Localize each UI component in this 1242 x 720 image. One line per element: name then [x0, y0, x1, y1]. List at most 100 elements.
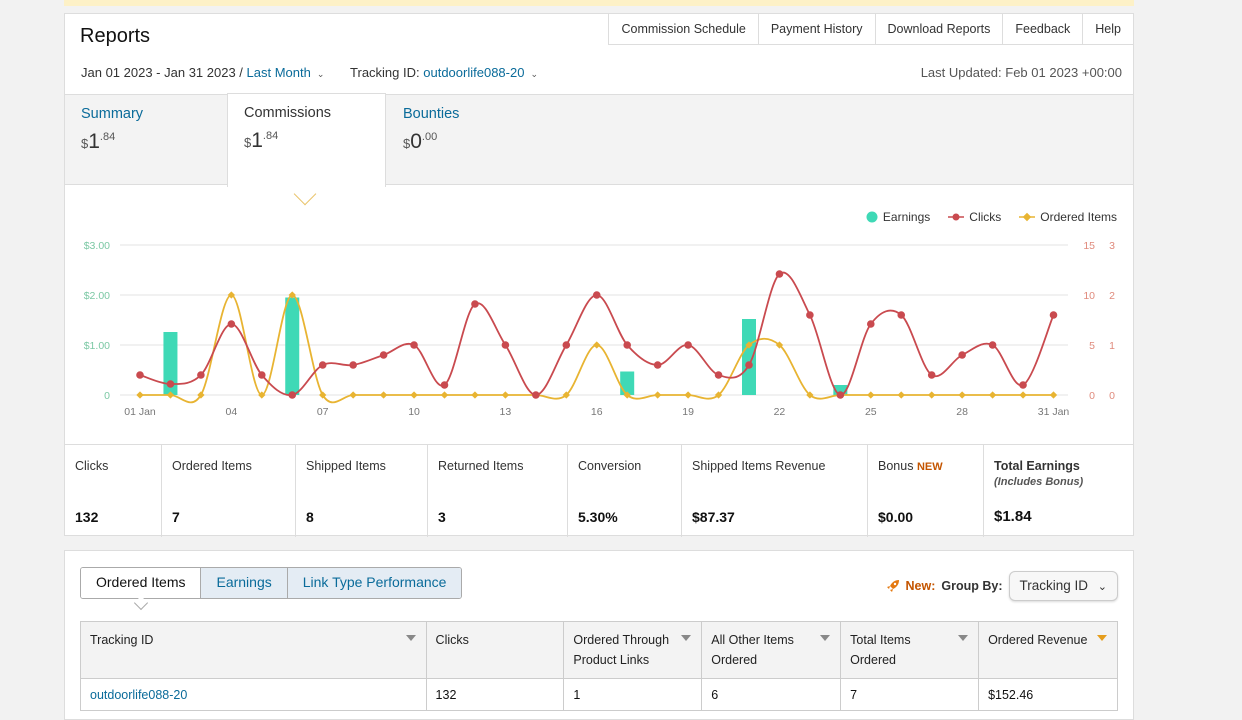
- clicks-point: [592, 291, 601, 299]
- clicks-point: [714, 371, 723, 379]
- ordered-items-point: [928, 391, 936, 399]
- sort-icon[interactable]: [681, 635, 692, 641]
- sort-icon[interactable]: [1097, 635, 1107, 641]
- x-tick-label: 10: [408, 406, 420, 418]
- col-all-other-items[interactable]: All Other Items Ordered: [701, 621, 842, 679]
- tab-summary[interactable]: Summary $1.84: [65, 95, 227, 186]
- stat-conversion: Conversion 5.30%: [568, 445, 682, 537]
- period-selector[interactable]: Last Month: [247, 65, 311, 80]
- tab-label: Summary: [81, 106, 144, 122]
- tab-commissions[interactable]: Commissions $1.84: [227, 93, 386, 187]
- ordered-items-table: Tracking ID Clicks Ordered Through Produ…: [80, 621, 1118, 711]
- col-clicks[interactable]: Clicks: [425, 621, 565, 679]
- group-by-label: Group By:: [941, 579, 1003, 593]
- clicks-line: [139, 271, 1055, 397]
- ordered-items-point: [684, 391, 692, 399]
- ordered-items-point: [1049, 391, 1058, 399]
- clicks-point: [166, 380, 175, 388]
- y-right-clicks-tick-label: 10: [1083, 290, 1095, 302]
- payment-history-link[interactable]: Payment History: [758, 13, 876, 45]
- tab-label: Commissions: [244, 105, 332, 121]
- ordered-items-point: [379, 391, 388, 399]
- tab-amount: $1.84: [244, 129, 279, 152]
- clicks-point: [1049, 311, 1058, 319]
- summary-tabs: Summary $1.84 Commissions $1.84 Bounties…: [65, 93, 1133, 187]
- col-tracking-id[interactable]: Tracking ID: [80, 621, 427, 679]
- date-range[interactable]: Jan 01 2023 - Jan 31 2023: [81, 65, 236, 80]
- sort-icon[interactable]: [958, 635, 969, 641]
- clicks-point: [379, 351, 388, 359]
- help-link[interactable]: Help: [1083, 13, 1134, 45]
- clicks-point: [440, 381, 449, 389]
- group-by-select[interactable]: Tracking ID ⌄: [1008, 571, 1118, 601]
- clicks-point: [958, 351, 966, 359]
- stat-clicks: Clicks 132: [65, 445, 162, 537]
- notice-banner: [64, 0, 1134, 6]
- new-badge: NEW: [916, 461, 943, 473]
- report-subtabs: Ordered Items Earnings Link Type Perform…: [80, 567, 463, 599]
- tab-amount: $1.84: [81, 130, 116, 153]
- y-left-tick-label: $2.00: [84, 290, 110, 302]
- download-reports-link[interactable]: Download Reports: [875, 13, 1004, 45]
- tab-earnings[interactable]: Earnings: [200, 568, 287, 598]
- commission-schedule-link[interactable]: Commission Schedule: [608, 13, 759, 45]
- clicks-point: [745, 361, 753, 369]
- y-right-clicks-tick-label: 5: [1089, 340, 1095, 352]
- sort-icon[interactable]: [405, 635, 416, 641]
- x-tick-label: 13: [500, 406, 512, 418]
- x-tick-label: 16: [591, 406, 603, 418]
- tracking-id-selector[interactable]: outdoorlife088-20: [423, 65, 524, 80]
- earnings-bar: [285, 297, 300, 395]
- x-tick-label: 04: [226, 406, 238, 418]
- clicks-point: [836, 391, 845, 399]
- ordered-items-point: [988, 391, 997, 399]
- clicks-point: [532, 391, 540, 399]
- clicks-point: [258, 371, 266, 379]
- x-tick-label: 19: [682, 406, 694, 418]
- breakdown-panel: Ordered Items Earnings Link Type Perform…: [64, 550, 1134, 720]
- y-right-clicks-tick-label: 15: [1083, 240, 1095, 252]
- cell-ordered-through: 1: [563, 678, 703, 711]
- x-tick-label: 31 Jan: [1038, 406, 1070, 418]
- group-by: New: Group By: Tracking ID ⌄: [886, 571, 1118, 601]
- ordered-items-point: [653, 391, 662, 399]
- rocket-icon: [886, 580, 899, 592]
- clicks-point: [927, 371, 936, 379]
- sort-icon[interactable]: [820, 635, 831, 641]
- stat-shipped-items: Shipped Items 8: [296, 445, 428, 537]
- cell-revenue: $152.46: [978, 678, 1118, 711]
- last-updated: Last Updated: Feb 01 2023 +00:00: [920, 65, 1122, 80]
- stat-returned-items: Returned Items 3: [428, 445, 568, 537]
- ordered-items-point: [501, 391, 510, 399]
- chevron-down-icon: ⌄: [1097, 581, 1107, 593]
- tab-bounties[interactable]: Bounties $0.00: [387, 95, 547, 186]
- tab-label: Bounties: [403, 106, 460, 122]
- y-right-items-tick-label: 3: [1109, 240, 1115, 252]
- clicks-point: [410, 341, 418, 349]
- col-total-items[interactable]: Total Items Ordered: [840, 621, 980, 679]
- y-right-items-tick-label: 1: [1109, 340, 1115, 352]
- y-right-clicks-tick-label: 0: [1089, 390, 1095, 402]
- stat-bonus: Bonus NEW $0.00: [868, 445, 984, 537]
- page-title: Reports: [80, 25, 151, 47]
- feedback-link[interactable]: Feedback: [1003, 13, 1084, 45]
- stat-shipped-revenue: Shipped Items Revenue $87.37: [682, 445, 868, 537]
- ordered-items-point: [897, 391, 905, 399]
- tracking-id-label: Tracking ID:: [350, 65, 420, 80]
- tab-link-type-performance[interactable]: Link Type Performance: [286, 568, 462, 598]
- clicks-point: [136, 371, 144, 379]
- clicks-point: [775, 270, 784, 278]
- tab-ordered-items[interactable]: Ordered Items: [81, 568, 201, 598]
- ordered-items-point: [867, 391, 875, 399]
- col-ordered-through-links[interactable]: Ordered Through Product Links: [563, 621, 703, 679]
- clicks-point: [501, 341, 510, 349]
- cell-tracking-id[interactable]: outdoorlife088-20: [80, 678, 427, 711]
- chevron-down-icon[interactable]: ⌄: [530, 69, 538, 79]
- stats-bar: Clicks 132 Ordered Items 7 Shipped Items 8 …: [65, 444, 1133, 537]
- x-tick-label: 01 Jan: [124, 406, 156, 418]
- chevron-down-icon[interactable]: ⌄: [317, 69, 325, 79]
- clicks-point: [1019, 381, 1027, 389]
- col-ordered-revenue[interactable]: Ordered Revenue: [978, 621, 1118, 679]
- clicks-point: [806, 311, 814, 319]
- ordered-items-point: [136, 391, 144, 399]
